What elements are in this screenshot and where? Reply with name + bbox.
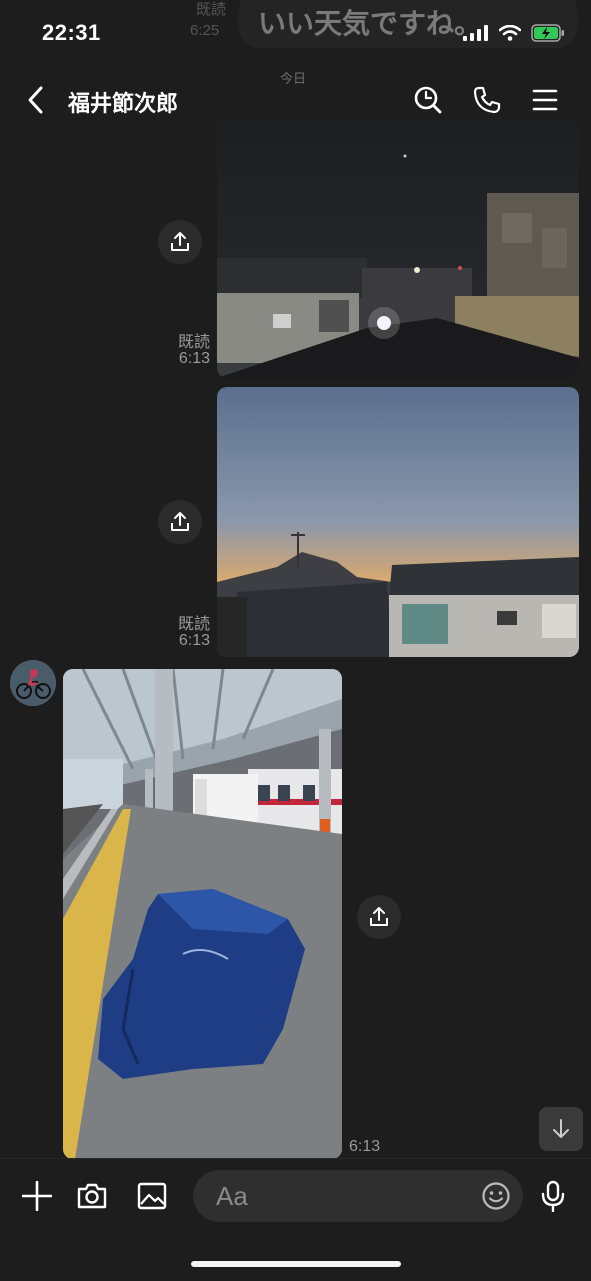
camera-icon xyxy=(77,1183,107,1209)
menu-icon xyxy=(532,89,558,111)
read-receipt-2: 既読 xyxy=(177,616,210,633)
photo-dusk-sky[interactable] xyxy=(217,387,579,657)
status-time: 22:31 xyxy=(42,20,101,45)
share-button-3[interactable] xyxy=(357,895,401,939)
dusk-sky-image xyxy=(217,387,579,657)
cyclist-avatar-image xyxy=(10,660,56,706)
share-icon xyxy=(171,512,189,531)
train-platform-image xyxy=(63,669,342,1159)
status-icons xyxy=(463,24,565,42)
back-button[interactable] xyxy=(16,80,56,120)
camera-button[interactable] xyxy=(72,1176,112,1216)
plus-icon xyxy=(22,1181,52,1211)
photo-train-platform[interactable] xyxy=(63,669,342,1159)
battery-icon xyxy=(531,24,564,42)
call-button[interactable] xyxy=(467,80,507,120)
scroll-to-bottom-button[interactable] xyxy=(539,1107,583,1151)
previous-message-text: いい天気ですね。 xyxy=(258,8,483,39)
phone-icon xyxy=(473,86,501,114)
share-icon xyxy=(370,907,388,926)
home-indicator xyxy=(191,1261,401,1267)
share-button-1[interactable] xyxy=(158,220,202,264)
previous-message-time: 6:25 xyxy=(190,22,220,39)
back-chevron-icon xyxy=(28,86,43,114)
search-icon xyxy=(414,86,442,114)
emoji-button[interactable] xyxy=(476,1176,516,1216)
message-time-1: 6:13 xyxy=(178,350,210,367)
date-separator: 今日 xyxy=(280,71,307,86)
photo-night-rooftops[interactable] xyxy=(217,118,579,378)
previous-message-read: 既読 xyxy=(196,1,227,18)
emoji-icon xyxy=(482,1182,510,1210)
chat-title: 福井節次郎 xyxy=(68,91,179,116)
microphone-icon xyxy=(541,1180,565,1212)
menu-button[interactable] xyxy=(525,80,565,120)
gallery-icon xyxy=(137,1182,167,1210)
gallery-button[interactable] xyxy=(132,1176,172,1216)
read-receipt-1: 既読 xyxy=(177,334,210,351)
message-time-3: 6:13 xyxy=(349,1138,381,1155)
arrow-down-icon xyxy=(553,1119,569,1138)
night-rooftops-image xyxy=(217,118,579,378)
wifi-icon xyxy=(499,25,521,41)
add-button[interactable] xyxy=(17,1176,57,1216)
message-time-2: 6:13 xyxy=(178,632,210,649)
friend-avatar[interactable] xyxy=(10,660,56,706)
share-button-2[interactable] xyxy=(158,500,202,544)
share-icon xyxy=(171,232,189,251)
voice-button[interactable] xyxy=(533,1176,573,1216)
message-input-placeholder: Aa xyxy=(216,1181,248,1211)
search-button[interactable] xyxy=(408,80,448,120)
signal-icon xyxy=(463,25,488,41)
